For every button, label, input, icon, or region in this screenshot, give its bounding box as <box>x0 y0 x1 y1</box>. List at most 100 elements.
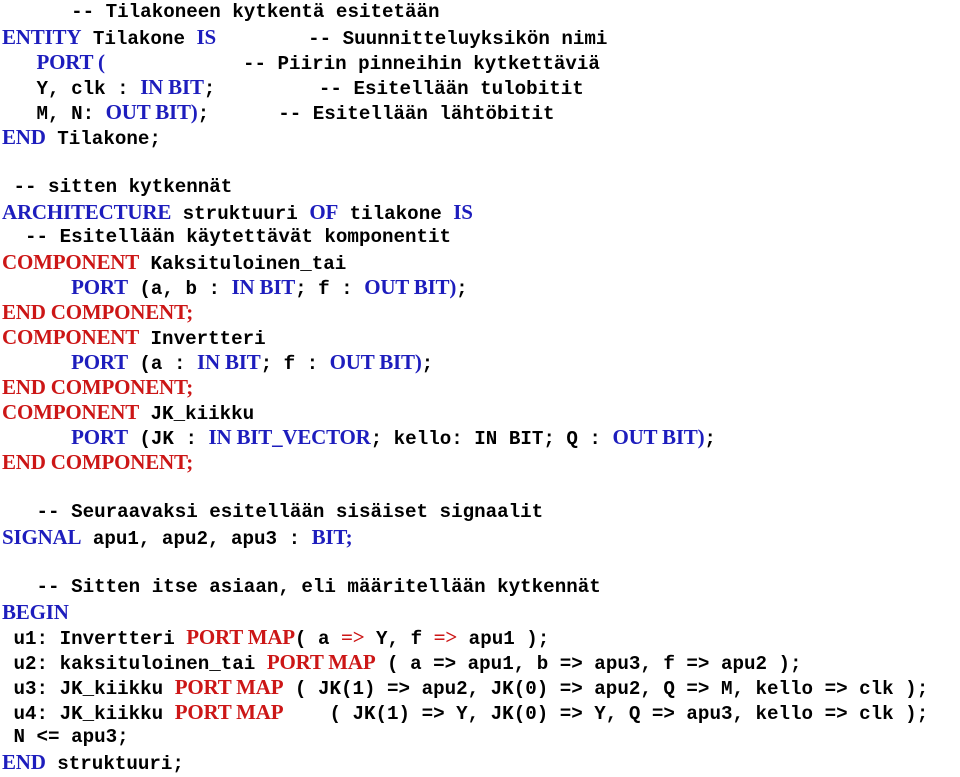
code-line: PORT (a : IN BIT; f : OUT BIT); <box>0 350 960 375</box>
code-token-plain: apu1, apu2, apu3 : <box>81 528 312 550</box>
code-line: u2: kaksituloinen_tai PORT MAP ( a => ap… <box>0 650 960 675</box>
code-token-plain: u2: kaksituloinen_tai <box>2 653 267 675</box>
code-line: COMPONENT Invertteri <box>0 325 960 350</box>
vhdl-code-listing: -- Tilakoneen kytkentä esitetään ENTITY T… <box>0 0 960 775</box>
code-token-keyword: IS <box>196 25 216 49</box>
code-token-plain: (JK : <box>127 428 209 450</box>
code-line: COMPONENT JK_kiikku <box>0 400 960 425</box>
code-token-keyword: OF <box>309 200 339 224</box>
code-line: SIGNAL apu1, apu2, apu3 : BIT; <box>0 525 960 550</box>
code-token-plain: ; f : <box>260 353 330 375</box>
code-token-plain: ( a => apu1, b => apu3, f => apu2 ); <box>375 653 802 675</box>
code-token-plain: ; <box>421 353 434 375</box>
code-line: M, N: OUT BIT); -- Esitellään lähtöbitit <box>0 100 960 125</box>
code-token-plain: apu1 ); <box>457 628 550 650</box>
code-token-keyword-red: END COMPONENT; <box>2 300 194 324</box>
code-token-plain: (a, b : <box>127 278 232 300</box>
code-token-comment: -- Esitellään tulobitit <box>318 78 584 100</box>
code-line: -- sitten kytkennät <box>0 175 960 200</box>
code-token-keyword: SIGNAL <box>2 525 82 549</box>
code-token-keyword: PORT ( <box>36 50 105 74</box>
code-token-comment: -- Esitellään lähtöbitit <box>278 103 555 125</box>
code-token-plain: ( JK(1) => Y, JK(0) => Y, Q => apu3, kel… <box>283 703 929 725</box>
code-token-keyword-red: PORT MAP <box>266 650 376 674</box>
code-token-keyword: OUT BIT) <box>105 100 198 124</box>
code-token-keyword: END <box>2 125 46 149</box>
code-token-plain: tilakone <box>338 203 454 225</box>
code-token-keyword-red: END COMPONENT; <box>2 375 194 399</box>
code-line: u3: JK_kiikku PORT MAP ( JK(1) => apu2, … <box>0 675 960 700</box>
code-line: END Tilakone; <box>0 125 960 150</box>
code-token-keyword-red: PORT MAP <box>186 625 295 649</box>
code-token-plain: Kaksituloinen_tai <box>139 253 347 275</box>
code-token-keyword: IN BIT <box>196 350 261 374</box>
code-token-plain: M, N: <box>2 103 106 125</box>
code-line: END COMPONENT; <box>0 300 960 325</box>
code-token-plain: ( JK(1) => apu2, JK(0) => apu2, Q => M, … <box>283 678 929 700</box>
code-token-keyword-red: COMPONENT <box>2 325 140 349</box>
code-token-plain: ( a <box>294 628 341 650</box>
code-line: PORT ( -- Piirin pinneihin kytkettäviä <box>0 50 960 75</box>
code-token-keyword: OUT BIT) <box>329 350 422 374</box>
code-token-plain: ; <box>197 103 210 125</box>
code-line: u4: JK_kiikku PORT MAP ( JK(1) => Y, JK(… <box>0 700 960 725</box>
code-token-plain: u3: JK_kiikku <box>2 678 175 700</box>
code-token-plain: Y, f <box>364 628 434 650</box>
code-token-keyword-red: COMPONENT <box>2 250 140 274</box>
code-token-comment: -- Suunnitteluyksikön nimi <box>308 28 608 50</box>
code-token-plain: Tilakone <box>81 28 197 50</box>
code-token-keyword: ARCHITECTURE <box>2 200 172 224</box>
code-token-keyword: OUT BIT) <box>364 275 457 299</box>
code-line: ENTITY Tilakone IS -- Suunnitteluyksikön… <box>0 25 960 50</box>
code-token-plain: ; <box>704 428 716 450</box>
code-token-plain: ; <box>456 278 468 300</box>
code-token-keyword: IN BIT <box>231 275 296 299</box>
code-token-keyword-red: COMPONENT <box>2 400 140 424</box>
code-token-comment: -- Esitellään käytettävät komponentit <box>25 226 452 248</box>
code-token-plain: Tilakone; <box>45 128 161 150</box>
code-token-plain: N <= apu3; <box>2 726 129 748</box>
code-token-keyword: PORT <box>71 350 128 374</box>
code-token-comment: -- sitten kytkennät <box>13 176 233 198</box>
code-token-keyword: PORT <box>71 275 128 299</box>
code-token-keyword: END <box>2 750 46 774</box>
code-token-plain: u4: JK_kiikku <box>2 703 175 725</box>
code-token-keyword: ENTITY <box>2 25 82 49</box>
code-token-plain: Invertteri <box>139 328 266 350</box>
code-token-plain: ; <box>203 78 216 100</box>
code-line: COMPONENT Kaksituloinen_tai <box>0 250 960 275</box>
code-token-keyword-red: PORT MAP <box>174 700 284 724</box>
code-token-keyword: BIT; <box>311 525 353 549</box>
code-token-plain: struktuuri <box>171 203 310 225</box>
code-line: -- Esitellään käytettävät komponentit <box>0 225 960 250</box>
code-token-keyword-red: => <box>340 625 365 649</box>
code-token-keyword: IN BIT_VECTOR <box>208 425 371 449</box>
code-line: BEGIN <box>0 600 960 625</box>
code-token-comment: -- Tilakoneen kytkentä esitetään <box>71 1 440 23</box>
code-line: ARCHITECTURE struktuuri OF tilakone IS <box>0 200 960 225</box>
code-line: END COMPONENT; <box>0 375 960 400</box>
code-token-comment: -- Seuraavaksi esitellään sisäiset signa… <box>36 501 544 523</box>
code-token-plain: (a : <box>127 353 197 375</box>
code-token-keyword-red: => <box>433 625 458 649</box>
code-line: -- Tilakoneen kytkentä esitetään <box>0 0 960 25</box>
code-line: PORT (JK : IN BIT_VECTOR; kello: IN BIT;… <box>0 425 960 450</box>
code-line: -- Sitten itse asiaan, eli määritellään … <box>0 575 960 600</box>
code-line: PORT (a, b : IN BIT; f : OUT BIT); <box>0 275 960 300</box>
code-token-plain: JK_kiikku <box>139 403 255 425</box>
